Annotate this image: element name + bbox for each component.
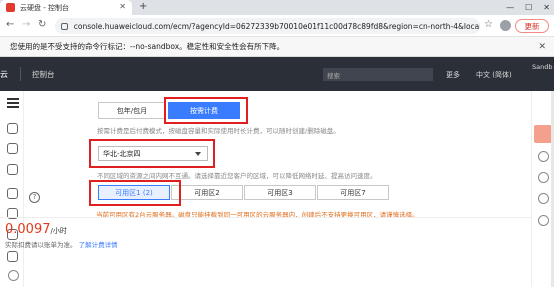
infobar-close-icon[interactable]: ✕ <box>538 41 546 53</box>
lock-icon <box>61 22 68 30</box>
pricing-details-link[interactable]: 了解计费详情 <box>79 241 118 249</box>
browser-tab[interactable]: 云硬盘 - 控制台 ✕ <box>0 0 132 15</box>
settings-icon[interactable] <box>8 270 19 281</box>
forward-icon[interactable]: → <box>22 19 30 31</box>
network-icon[interactable] <box>7 143 18 154</box>
storage-icon[interactable] <box>7 164 18 175</box>
url-text: console.huaweicloud.com/ecm/?agencyId=06… <box>73 21 480 31</box>
unsupported-flag-infobar: 您使用的是不受支持的命令行标记：--no-sandbox。稳定性和安全性会有所下… <box>0 37 554 57</box>
refresh-icon[interactable] <box>538 215 549 226</box>
highlight-box-az <box>89 180 181 206</box>
left-sidebar <box>0 91 24 287</box>
price-note: 实际扣费请以账单为准。 了解计费详情 <box>5 239 118 249</box>
chat-icon[interactable] <box>538 151 549 162</box>
huawei-favicon-icon <box>6 3 15 12</box>
az-tab-7[interactable]: 可用区7 <box>317 185 389 200</box>
cloud-logo[interactable]: 云 <box>0 69 8 80</box>
language-switcher[interactable]: 中文 (简体) <box>476 70 512 80</box>
header-divider <box>20 67 21 81</box>
az-tab-2[interactable]: 可用区2 <box>171 185 243 200</box>
infobar-message: 您使用的是不受支持的命令行标记：--no-sandbox。稳定性和安全性会有所下… <box>10 42 285 51</box>
price-note-text: 实际扣费请以账单为准。 <box>5 241 77 249</box>
new-tab-icon[interactable]: + <box>139 1 147 13</box>
highlight-box-region <box>89 139 215 168</box>
cloud-service-icon[interactable] <box>7 123 18 134</box>
hamburger-menu-icon[interactable] <box>7 98 19 108</box>
tab-title: 云硬盘 - 控制台 <box>20 3 69 12</box>
security-icon[interactable] <box>7 251 18 262</box>
server-icon[interactable] <box>7 188 18 199</box>
billing-yearly-monthly-tab[interactable]: 包年/包月 <box>98 102 166 119</box>
billing-description: 按需计费是后付费模式，按磁盘容量和实际使用时长计费，可以随时创建/删除磁盘。 <box>97 127 340 135</box>
close-window-icon[interactable]: ✕ <box>543 3 550 12</box>
reload-icon[interactable]: ↻ <box>38 19 46 31</box>
maximize-icon[interactable]: ☐ <box>525 3 532 12</box>
url-input[interactable]: console.huaweicloud.com/ecm/?agencyId=06… <box>55 18 480 34</box>
window-controls: — ☐ ✕ <box>506 0 550 15</box>
address-bar: ← → ↻ console.huaweicloud.com/ecm/?agenc… <box>0 15 554 37</box>
section-divider <box>0 217 531 218</box>
more-menu[interactable]: 更多 <box>446 70 460 80</box>
price-unit: /小时 <box>50 227 67 235</box>
update-button[interactable]: 更新 <box>515 19 549 33</box>
header-search-input[interactable]: 搜索 <box>323 68 433 81</box>
minimize-icon[interactable]: — <box>506 3 514 12</box>
price-amount: 0.0097 <box>5 222 51 237</box>
price-display: 0.0097/小时 <box>5 222 67 237</box>
highlight-box-billing <box>164 97 248 124</box>
help-icon[interactable]: ? <box>29 192 40 203</box>
bookmark-star-icon[interactable]: ☆ <box>484 19 493 31</box>
browser-tab-strip: 云硬盘 - 控制台 ✕ + — ☐ ✕ <box>0 0 554 15</box>
region-description: 不同区域的资源之间内网不互通。请选择靠近您客户的区域，可以降低网络时延、提高访问… <box>97 172 377 180</box>
console-link[interactable]: 控制台 <box>32 69 55 80</box>
back-icon[interactable]: ← <box>6 19 14 31</box>
tab-close-icon[interactable]: ✕ <box>119 2 126 12</box>
service-icon[interactable] <box>538 172 549 183</box>
console-header: 云 控制台 搜索 更多 中文 (简体) Sandb <box>0 57 554 91</box>
az-tab-3[interactable]: 可用区3 <box>244 185 316 200</box>
headset-icon[interactable] <box>538 193 549 204</box>
profile-avatar[interactable] <box>500 20 511 31</box>
user-menu[interactable]: Sandb <box>532 63 552 71</box>
